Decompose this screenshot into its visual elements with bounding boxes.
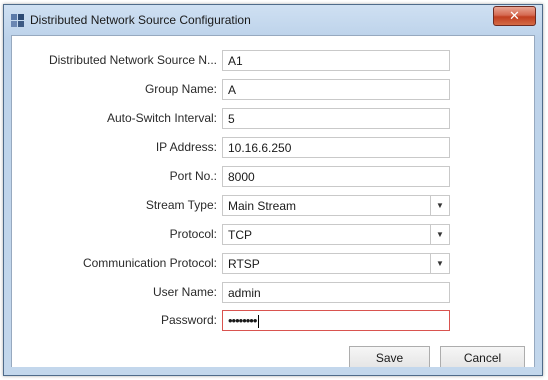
chevron-down-icon[interactable]: ▼: [430, 254, 449, 273]
dialog-title: Distributed Network Source Configuration: [30, 13, 251, 27]
password-input[interactable]: ••••••••: [222, 310, 450, 331]
protocol-value: TCP: [228, 228, 252, 242]
config-dialog: Distributed Network Source Configuration…: [3, 4, 543, 376]
communication-protocol-label: Communication Protocol:: [82, 256, 217, 270]
row-auto-switch: Auto-Switch Interval: 5: [12, 108, 536, 130]
app-grid-icon: [11, 14, 24, 27]
stream-type-value: Main Stream: [228, 199, 297, 213]
ip-address-input[interactable]: 10.16.6.250: [222, 137, 450, 158]
window-frame-bottom: [4, 367, 542, 375]
protocol-label: Protocol:: [169, 227, 217, 241]
auto-switch-label: Auto-Switch Interval:: [106, 111, 217, 125]
row-group-name: Group Name: A: [12, 79, 536, 101]
row-communication-protocol: Communication Protocol: RTSP ▼: [12, 253, 536, 275]
stream-type-label: Stream Type:: [145, 198, 217, 212]
title-bar[interactable]: Distributed Network Source Configuration…: [4, 5, 542, 35]
user-name-label: User Name:: [152, 285, 217, 299]
row-password: Password: ••••••••: [12, 310, 536, 332]
communication-protocol-value: RTSP: [228, 257, 260, 271]
stream-type-select[interactable]: Main Stream ▼: [222, 195, 450, 216]
row-source-name: Distributed Network Source N... A1: [12, 50, 536, 72]
ip-address-label: IP Address:: [155, 140, 217, 154]
source-name-label: Distributed Network Source N...: [48, 53, 217, 67]
row-protocol: Protocol: TCP ▼: [12, 224, 536, 246]
auto-switch-input[interactable]: 5: [222, 108, 450, 129]
group-name-label: Group Name:: [144, 82, 217, 96]
chevron-down-icon[interactable]: ▼: [430, 225, 449, 244]
communication-protocol-select[interactable]: RTSP ▼: [222, 253, 450, 274]
user-name-input[interactable]: admin: [222, 282, 450, 303]
source-name-input[interactable]: A1: [222, 50, 450, 71]
protocol-select[interactable]: TCP ▼: [222, 224, 450, 245]
row-ip-address: IP Address: 10.16.6.250: [12, 137, 536, 159]
text-caret: [258, 315, 260, 328]
password-label: Password:: [160, 313, 217, 327]
row-user-name: User Name: admin: [12, 282, 536, 304]
close-button[interactable]: ✕: [493, 6, 536, 26]
port-label: Port No.:: [169, 169, 217, 183]
password-masked-value: ••••••••: [228, 313, 257, 328]
port-input[interactable]: 8000: [222, 166, 450, 187]
chevron-down-icon[interactable]: ▼: [430, 196, 449, 215]
group-name-input[interactable]: A: [222, 79, 450, 100]
form-panel: Distributed Network Source N... A1 Group…: [11, 35, 535, 370]
row-port: Port No.: 8000: [12, 166, 536, 188]
row-stream-type: Stream Type: Main Stream ▼: [12, 195, 536, 217]
close-icon: ✕: [509, 8, 520, 23]
